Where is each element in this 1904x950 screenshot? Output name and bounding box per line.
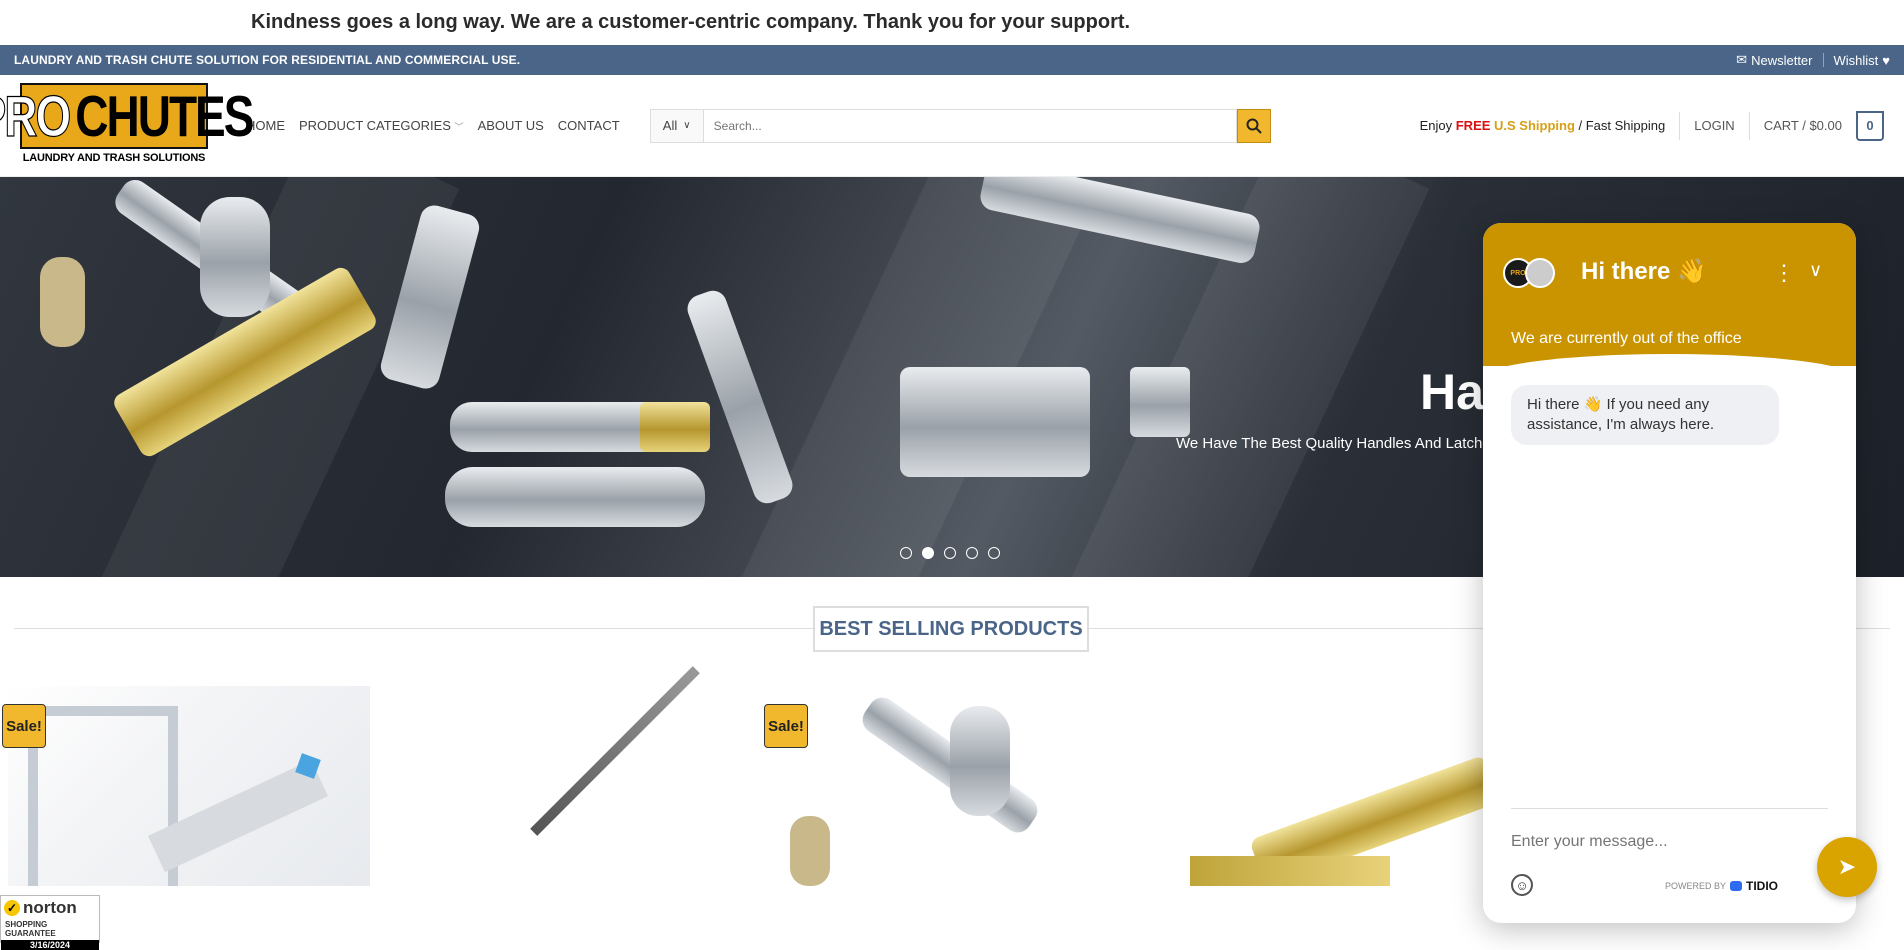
product-image xyxy=(683,286,797,508)
announcement-bar: Kindness goes a long way. We are a custo… xyxy=(0,0,1904,45)
slider-dot[interactable] xyxy=(900,547,912,559)
shipping-us: U.S Shipping xyxy=(1490,118,1575,133)
product-image xyxy=(40,257,85,347)
nav-contact[interactable]: CONTACT xyxy=(558,118,620,133)
wishlist-label: Wishlist xyxy=(1833,52,1879,68)
logo-chutes: CHUTES xyxy=(75,83,254,148)
product-image xyxy=(200,197,270,317)
cart-count-badge[interactable]: 0 xyxy=(1856,110,1884,141)
shipping-free: FREE xyxy=(1455,118,1491,133)
divider xyxy=(1679,111,1681,140)
chat-title: Hi there 👋 xyxy=(1581,258,1707,285)
heart-icon: ♥ xyxy=(1882,52,1890,68)
newsletter-link[interactable]: ✉ Newsletter xyxy=(1736,52,1812,68)
product-card[interactable] xyxy=(1150,686,1502,888)
check-icon: ✓ xyxy=(4,900,20,916)
product-image xyxy=(900,367,1090,477)
main-nav: HOME PRODUCT CATEGORIES ﹀ ABOUT US CONTA… xyxy=(246,118,620,133)
logo-subtitle: LAUNDRY AND TRASH SOLUTIONS xyxy=(22,151,206,164)
norton-badge[interactable]: ✓ norton SHOPPING GUARANTEE 3/16/2024 xyxy=(0,895,100,950)
product-image xyxy=(640,402,710,452)
norton-date: 3/16/2024 xyxy=(1,940,99,950)
hero-title: Ha xyxy=(1420,364,1484,420)
site-header: PRO CHUTES LAUNDRY AND TRASH SOLUTIONS H… xyxy=(0,75,1904,177)
section-title: BEST SELLING PRODUCTS xyxy=(813,606,1089,652)
search-button[interactable] xyxy=(1236,108,1271,143)
shipping-rest: / Fast Shipping xyxy=(1574,118,1666,133)
search-category-value: All xyxy=(662,118,678,133)
slider-dot[interactable] xyxy=(944,547,956,559)
sale-badge: Sale! xyxy=(764,704,808,748)
search-icon xyxy=(1246,118,1262,134)
shipping-enjoy: Enjoy xyxy=(1419,118,1456,133)
powered-by-label: POWERED BY xyxy=(1665,881,1727,891)
product-card[interactable] xyxy=(420,666,760,886)
shipping-info: Enjoy FREE U.S Shipping / Fast Shipping xyxy=(1420,118,1666,133)
mail-icon: ✉ xyxy=(1736,52,1748,67)
slider-dot-active[interactable] xyxy=(922,547,934,559)
avatar xyxy=(1525,258,1555,288)
powered-by[interactable]: POWERED BY TIDIO xyxy=(1665,879,1778,893)
emoji-icon[interactable]: ☺ xyxy=(1511,874,1533,896)
product-card[interactable] xyxy=(770,686,1140,886)
nav-about[interactable]: ABOUT US xyxy=(478,118,544,133)
logo[interactable]: PRO CHUTES LAUNDRY AND TRASH SOLUTIONS xyxy=(0,82,254,169)
agent-avatars: PRO xyxy=(1503,258,1555,288)
tagline: LAUNDRY AND TRASH CHUTE SOLUTION FOR RES… xyxy=(14,53,521,67)
chevron-down-icon: ﹀ xyxy=(454,122,464,132)
slider-dot[interactable] xyxy=(988,547,1000,559)
hero-subtitle: We Have The Best Quality Handles And Lat… xyxy=(1176,435,1491,452)
chat-send-button[interactable]: ➤ xyxy=(1817,837,1877,897)
product-image xyxy=(445,467,705,527)
divider xyxy=(1511,808,1828,809)
logo-pro: PRO xyxy=(0,82,72,148)
cart-link[interactable]: CART / $0.00 xyxy=(1764,118,1842,133)
chat-header: PRO Hi there 👋 ⋮ ∨ We are currently out … xyxy=(1483,223,1856,378)
tidio-logo-icon xyxy=(1730,881,1743,891)
search-input[interactable] xyxy=(702,108,1237,143)
product-image xyxy=(1130,367,1190,437)
chat-widget: PRO Hi there 👋 ⋮ ∨ We are currently out … xyxy=(1483,223,1856,923)
more-options-icon[interactable]: ⋮ xyxy=(1773,260,1795,286)
norton-guarantee: SHOPPING GUARANTEE xyxy=(5,920,56,938)
chat-status: We are currently out of the office xyxy=(1511,330,1742,347)
newsletter-label: Newsletter xyxy=(1751,52,1813,68)
login-link[interactable]: LOGIN xyxy=(1694,118,1734,133)
slider-dot[interactable] xyxy=(966,547,978,559)
send-icon: ➤ xyxy=(1837,854,1857,879)
wishlist-link[interactable]: Wishlist ♥ xyxy=(1834,53,1891,68)
nav-product-categories-label: PRODUCT CATEGORIES xyxy=(299,118,451,133)
product-card[interactable] xyxy=(8,686,370,886)
divider xyxy=(1748,111,1750,140)
powered-by-brand: TIDIO xyxy=(1746,879,1779,893)
chevron-down-icon: ∨ xyxy=(683,120,691,131)
slider-dots xyxy=(900,547,1000,559)
sale-badge: Sale! xyxy=(2,704,46,748)
top-bar: LAUNDRY AND TRASH CHUTE SOLUTION FOR RES… xyxy=(0,45,1904,75)
chat-message-input[interactable] xyxy=(1511,833,1771,851)
divider xyxy=(1822,53,1824,67)
announcement-text: Kindness goes a long way. We are a custo… xyxy=(251,11,1131,33)
norton-brand: norton xyxy=(23,898,77,917)
nav-product-categories[interactable]: PRODUCT CATEGORIES ﹀ xyxy=(299,118,464,133)
search-category-select[interactable]: All ∨ xyxy=(649,108,703,143)
chat-message: Hi there 👋 If you need any assistance, I… xyxy=(1511,385,1779,445)
chevron-down-icon[interactable]: ∨ xyxy=(1809,260,1822,281)
search-bar: All ∨ xyxy=(649,108,1271,143)
